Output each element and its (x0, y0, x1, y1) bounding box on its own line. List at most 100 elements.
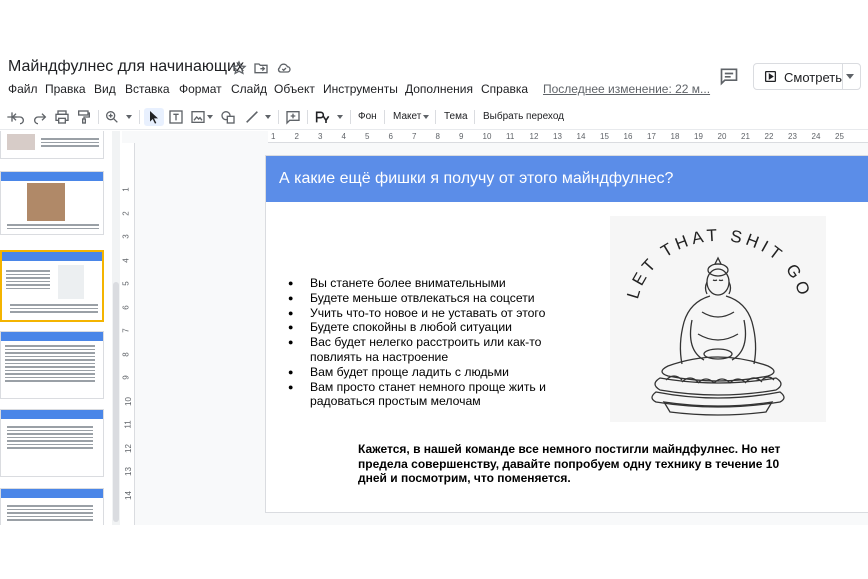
ruler-number: 5 (365, 132, 370, 141)
ruler-number: 25 (835, 132, 844, 141)
ruler-number: 2 (122, 210, 131, 216)
conclusion-text[interactable]: Кажется, в нашей команде все немного пос… (358, 442, 798, 486)
text-box-icon[interactable] (168, 108, 184, 126)
thumbnail-text (10, 304, 98, 315)
thumbnail-header (1, 410, 103, 419)
present-button[interactable]: Смотреть (753, 63, 861, 90)
ruler-number: 19 (694, 132, 703, 141)
menu-edit[interactable]: Правка (45, 82, 86, 96)
horizontal-ruler[interactable]: 1 2 3 4 5 6 7 8 9 10 11 12 13 14 15 16 17 18 19 20 21 22 23 24 2… (268, 131, 868, 143)
insert-image-icon[interactable] (190, 108, 206, 126)
menu-file[interactable]: Файл (8, 82, 38, 96)
toolbar-divider (278, 110, 279, 124)
ruler-number: 2 (294, 132, 299, 141)
menu-tools[interactable]: Инструменты (323, 82, 398, 96)
select-tool-icon[interactable] (144, 108, 164, 126)
present-options-caret-icon[interactable] (846, 74, 854, 79)
ruler-number: 3 (318, 132, 323, 141)
thumbnail-image (7, 134, 35, 150)
menu-view[interactable]: Вид (94, 82, 116, 96)
slide-thumbnail[interactable] (0, 488, 104, 525)
print-icon[interactable] (54, 108, 70, 126)
ruler-number: 12 (529, 132, 539, 141)
thumbnail-image (27, 183, 65, 221)
thumbnail-header (1, 172, 103, 181)
buddha-illustration[interactable]: LET THAT SHIT GO (610, 216, 826, 422)
thumbnail-header (2, 252, 102, 261)
comments-icon[interactable] (718, 66, 740, 86)
menu-addons[interactable]: Дополнения (405, 82, 473, 96)
ruler-number: 18 (670, 132, 680, 141)
bullet-item: Будете меньше отвлекаться на соцсети (288, 291, 568, 306)
slide-thumbnail[interactable] (0, 331, 104, 399)
background-button[interactable]: Фон (358, 111, 377, 122)
ruler-number: 10 (482, 132, 492, 141)
toolbar-divider (384, 110, 385, 124)
slide-filmstrip (0, 131, 122, 525)
line-icon[interactable] (244, 108, 260, 126)
ruler-number: 14 (123, 490, 133, 500)
ruler-number: 1 (271, 132, 276, 141)
shape-icon[interactable] (220, 108, 236, 126)
ruler-number: 15 (600, 132, 609, 141)
menu-help[interactable]: Справка (481, 82, 528, 96)
present-main-button[interactable]: Смотреть (754, 64, 842, 89)
menu-object[interactable]: Объект (274, 82, 315, 96)
input-tools-icon[interactable] (314, 108, 330, 126)
insert-image-caret-icon[interactable] (207, 115, 213, 119)
slide-thumbnail[interactable] (0, 171, 104, 235)
slide-thumbnail-selected[interactable] (0, 250, 104, 322)
ruler-number: 8 (435, 132, 440, 141)
ruler-number: 23 (788, 132, 797, 141)
thumbnail-text (7, 426, 93, 451)
slide-title[interactable]: А какие ещё фишки я получу от этого майн… (279, 170, 673, 188)
layout-caret-icon[interactable] (423, 115, 429, 119)
menu-insert[interactable]: Вставка (125, 82, 170, 96)
ruler-number: 7 (122, 328, 131, 333)
paint-format-icon[interactable] (76, 108, 92, 126)
ruler-number: 11 (506, 132, 515, 141)
filmstrip-scrollbar[interactable] (113, 282, 119, 522)
zoom-icon[interactable] (104, 108, 120, 126)
zoom-caret-icon[interactable] (126, 115, 132, 119)
layout-button[interactable]: Макет (393, 111, 421, 122)
bullet-item: Вы станете более внимательными (288, 276, 568, 291)
slide-canvas[interactable]: А какие ещё фишки я получу от этого майн… (266, 156, 868, 512)
ruler-number: 17 (647, 132, 656, 141)
menu-slide[interactable]: Слайд (231, 82, 267, 96)
bullet-list[interactable]: Вы станете более внимательными Будете ме… (288, 276, 568, 409)
theme-button[interactable]: Тема (444, 111, 468, 122)
redo-icon[interactable] (32, 108, 48, 126)
document-title[interactable]: Майндфулнес для начинающих (8, 58, 244, 76)
present-label: Смотреть (784, 70, 842, 85)
slide-thumbnail[interactable] (0, 131, 104, 159)
input-tools-caret-icon[interactable] (337, 115, 343, 119)
ruler-number: 1 (122, 187, 131, 192)
ruler-number: 4 (122, 257, 131, 263)
cloud-saved-icon[interactable] (276, 60, 292, 76)
ruler-number: 6 (388, 132, 393, 141)
add-comment-icon[interactable] (285, 108, 301, 126)
bullet-item: Будете спокойны в любой ситуации (288, 320, 568, 335)
bullet-item: Вам просто станет немного проще жить и р… (288, 380, 568, 410)
ruler-number: 16 (623, 132, 633, 141)
ruler-number: 8 (122, 351, 131, 357)
line-caret-icon[interactable] (265, 115, 271, 119)
slide-thumbnail[interactable] (0, 409, 104, 477)
thumbnail-text (7, 505, 93, 523)
menu-format[interactable]: Формат (179, 82, 222, 96)
thumbnail-header (1, 489, 103, 498)
toolbar-divider (474, 110, 475, 124)
bullet-item: Вам будет проще ладить с людьми (288, 365, 568, 380)
vertical-ruler[interactable]: 1 2 3 4 5 6 7 8 9 10 11 12 13 14 (122, 143, 135, 525)
undo-icon[interactable] (10, 108, 26, 126)
ruler-number: 6 (122, 304, 131, 310)
transition-button[interactable]: Выбрать переход (483, 111, 564, 122)
ruler-number: 20 (717, 132, 727, 141)
last-edit-link[interactable]: Последнее изменение: 22 м... (543, 82, 710, 96)
toolbar: Фон Макет Тема Выбрать переход (0, 104, 868, 130)
move-to-folder-icon[interactable] (253, 60, 269, 76)
star-icon[interactable] (231, 60, 247, 76)
ruler-number: 10 (123, 396, 133, 406)
present-divider (842, 64, 843, 89)
